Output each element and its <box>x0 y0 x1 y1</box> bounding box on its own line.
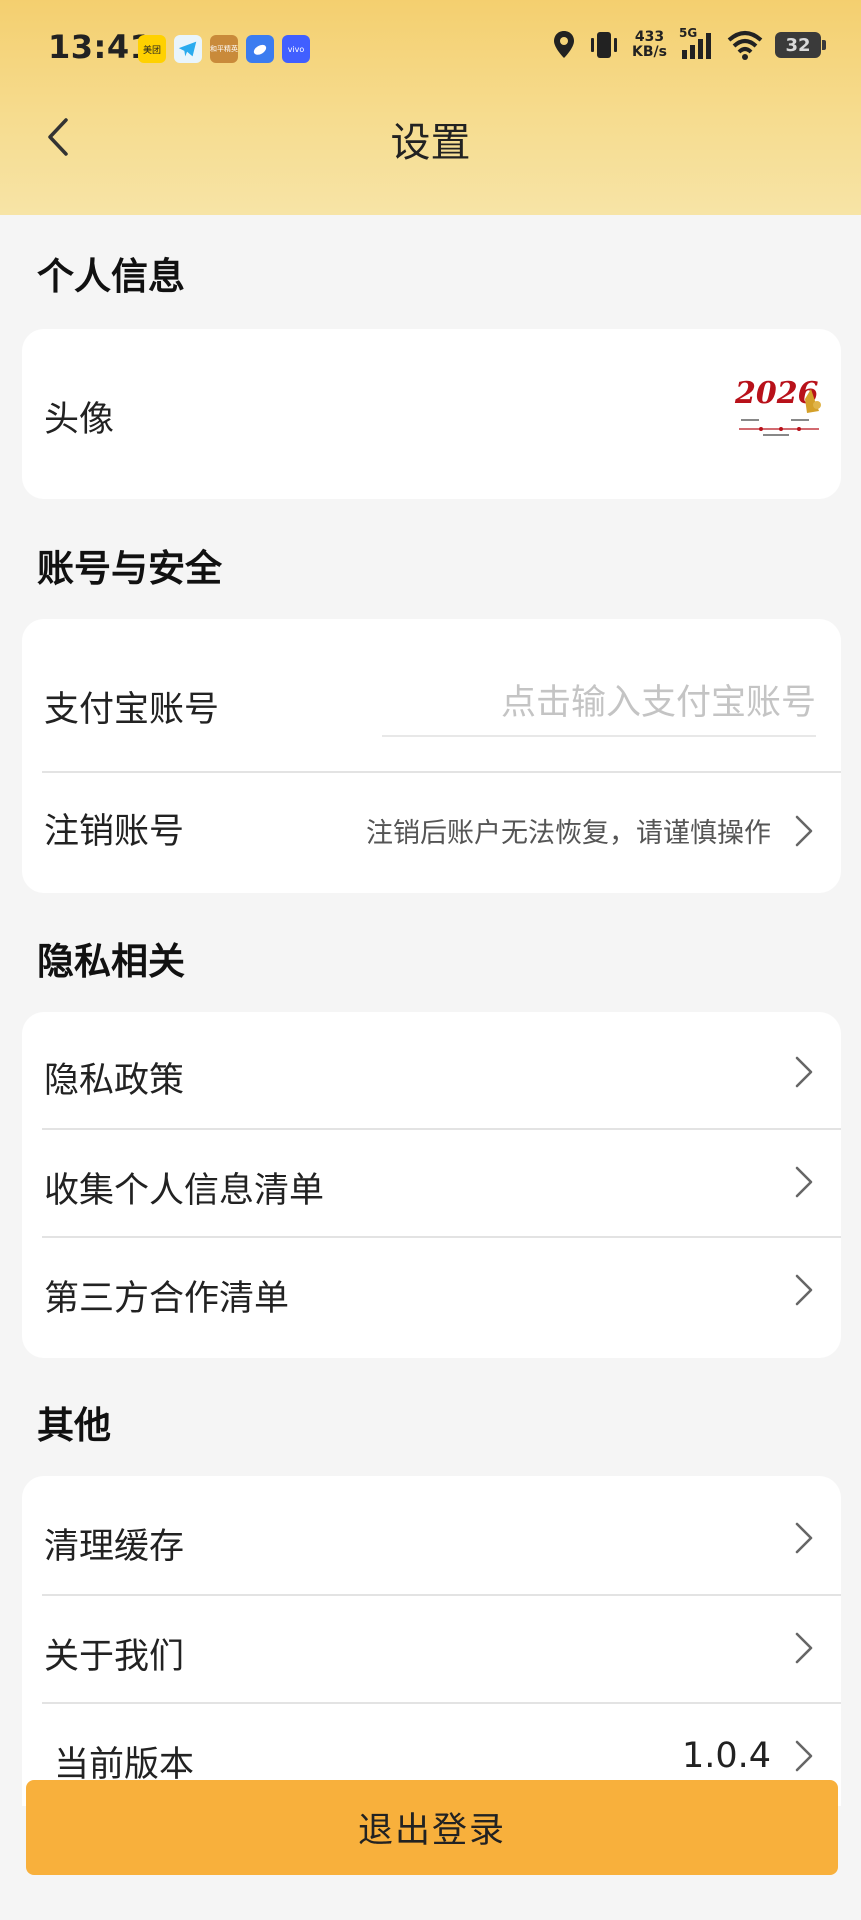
third-party-list-row[interactable]: 第三方合作清单 <box>22 1238 841 1358</box>
chevron-right-icon <box>795 1056 813 1088</box>
current-version-value: 1.0.4 <box>681 1736 771 1776</box>
privacy-policy-row[interactable]: 隐私政策 <box>22 1012 841 1128</box>
status-bar: 13:41 美团 和平精英 vivo 433 KB/s 5G 32 <box>0 0 861 100</box>
chevron-right-icon <box>795 1274 813 1306</box>
card-personal: 头像 2026 <box>22 329 841 499</box>
delete-account-label: 注销账号 <box>44 812 185 852</box>
section-title-account: 账号与安全 <box>37 547 222 590</box>
alipay-account-input[interactable] <box>382 671 816 737</box>
cloud-app-icon <box>246 35 274 63</box>
personal-info-list-label: 收集个人信息清单 <box>44 1171 325 1211</box>
chevron-right-icon <box>795 815 813 847</box>
network-speed-value: 433 <box>634 29 665 45</box>
meituan-icon: 美团 <box>138 35 166 63</box>
chevron-right-icon <box>795 1166 813 1198</box>
avatar-row[interactable]: 头像 2026 <box>22 329 841 499</box>
vivo-icon: vivo <box>282 35 310 63</box>
section-title-privacy: 隐私相关 <box>37 940 185 983</box>
vibrate-icon <box>591 32 618 58</box>
logout-button[interactable]: 退出登录 <box>26 1780 838 1875</box>
personal-info-list-row[interactable]: 收集个人信息清单 <box>22 1130 841 1236</box>
chevron-right-icon <box>795 1632 813 1664</box>
card-other: 清理缓存 关于我们 当前版本 1.0.4 <box>22 1476 841 1806</box>
wifi-icon <box>727 31 763 60</box>
avatar[interactable]: 2026 <box>731 371 823 443</box>
network-speed-unit: KB/s <box>632 44 667 60</box>
status-time: 13:41 <box>48 28 153 66</box>
section-title-other: 其他 <box>37 1404 111 1447</box>
privacy-policy-label: 隐私政策 <box>44 1061 185 1101</box>
delete-account-hint: 注销后账户无法恢复，请谨慎操作 <box>366 818 771 849</box>
card-privacy: 隐私政策 收集个人信息清单 第三方合作清单 <box>22 1012 841 1358</box>
battery-indicator: 32 <box>775 32 826 58</box>
status-indicators: 433 KB/s 5G 32 <box>552 26 826 60</box>
avatar-label: 头像 <box>44 400 115 440</box>
chevron-right-icon <box>795 1522 813 1554</box>
about-us-label: 关于我们 <box>44 1637 185 1677</box>
telegram-icon <box>174 35 202 63</box>
clear-cache-row[interactable]: 清理缓存 <box>22 1476 841 1594</box>
cellular-signal-icon: 5G <box>679 26 715 60</box>
card-account: 支付宝账号 注销账号 注销后账户无法恢复，请谨慎操作 <box>22 619 841 893</box>
network-speed: 433 KB/s <box>632 30 667 60</box>
alipay-account-row: 支付宝账号 <box>22 619 841 771</box>
clear-cache-label: 清理缓存 <box>44 1527 185 1567</box>
avatar-year-text: 2026 <box>734 376 819 411</box>
chevron-right-icon <box>795 1740 813 1772</box>
alipay-account-label: 支付宝账号 <box>44 690 220 730</box>
delete-account-row[interactable]: 注销账号 注销后账户无法恢复，请谨慎操作 <box>22 773 841 893</box>
page-title: 设置 <box>390 120 471 166</box>
game-app-icon: 和平精英 <box>210 35 238 63</box>
about-us-row[interactable]: 关于我们 <box>22 1596 841 1702</box>
notification-app-icons: 美团 和平精英 vivo <box>138 35 310 63</box>
third-party-list-label: 第三方合作清单 <box>44 1279 290 1319</box>
location-icon <box>554 31 575 58</box>
section-title-personal: 个人信息 <box>37 255 185 298</box>
